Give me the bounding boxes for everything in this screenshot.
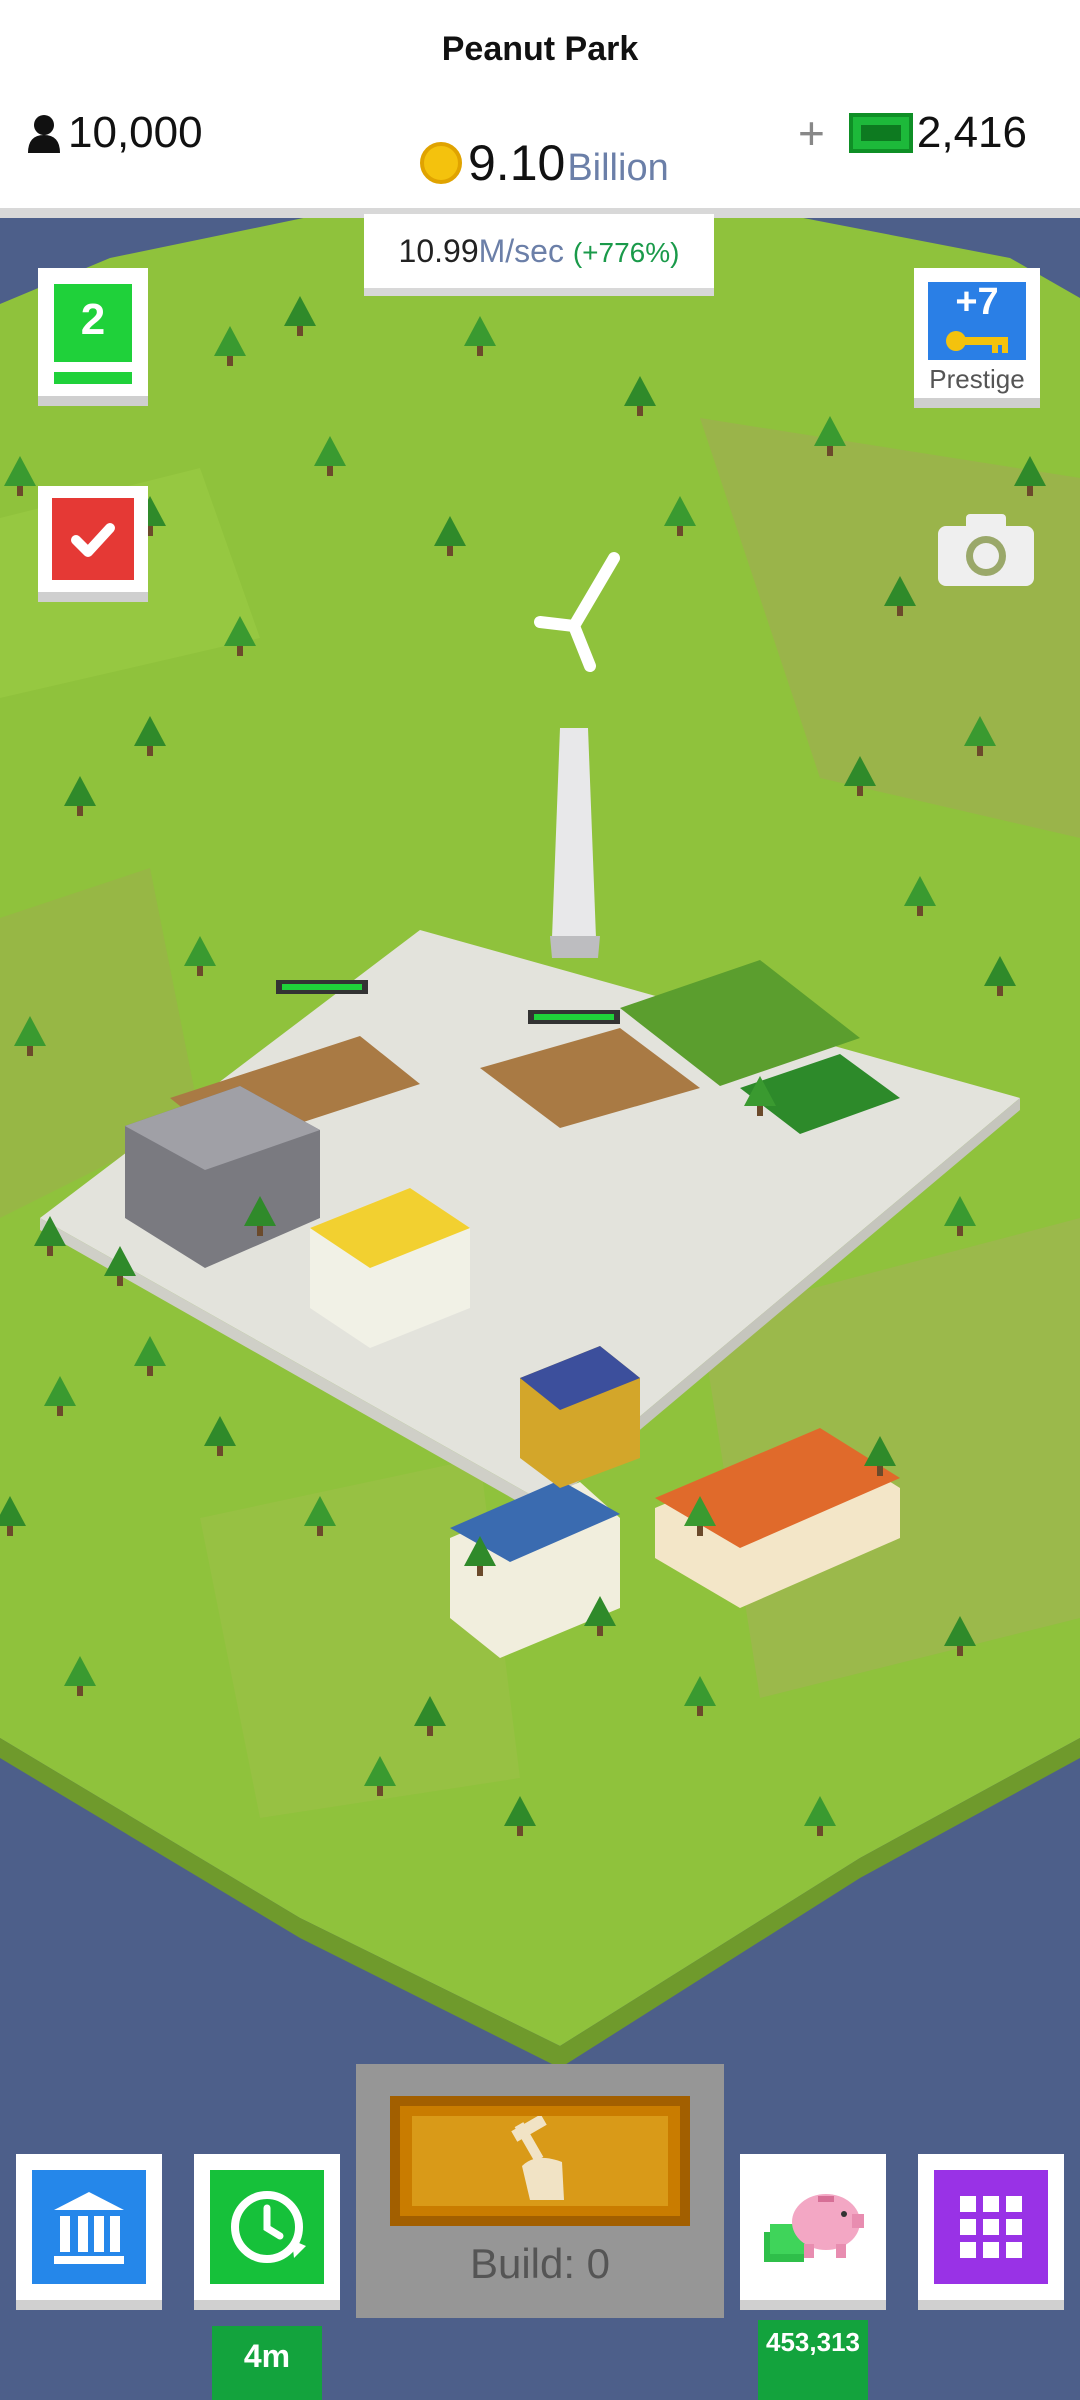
clock-refresh-icon — [231, 2191, 306, 2263]
menu-grid-button[interactable] — [918, 2154, 1064, 2310]
level-button[interactable]: 2 — [38, 268, 148, 406]
hammer-hand-icon — [511, 2116, 564, 2200]
grid-icon — [960, 2196, 1022, 2258]
add-cash-button[interactable]: + — [798, 106, 825, 160]
government-button[interactable] — [16, 2154, 162, 2310]
income-boost: (+776%) — [572, 237, 680, 268]
income-unit: M — [478, 233, 506, 269]
top-bar: Peanut Park 10,000 9.10 Billion + 2,416 — [0, 0, 1080, 218]
gold-unit: Billion — [567, 147, 669, 189]
income-rate[interactable]: 10.99M/sec (+776%) — [364, 214, 714, 296]
person-icon — [28, 115, 60, 153]
population-counter: 10,000 — [26, 108, 203, 158]
checkmark-icon — [71, 523, 115, 557]
income-per: /sec — [505, 233, 564, 269]
banknote-icon — [848, 113, 913, 153]
piggy-bank-icon — [764, 2194, 864, 2262]
camera-icon — [938, 514, 1034, 586]
level-value: 2 — [54, 284, 132, 362]
key-icon — [946, 331, 1008, 353]
piggy-bank-label: 453,313 — [758, 2320, 868, 2400]
prestige-label: Prestige — [929, 364, 1025, 394]
city-map[interactable] — [0, 218, 1080, 2100]
gold-amount: 9.10 — [468, 135, 566, 191]
time-warp-button[interactable] — [194, 2154, 340, 2310]
bank-building-icon — [54, 2192, 124, 2264]
build-button[interactable]: Build: 0 — [356, 2064, 724, 2318]
income-value: 10.99 — [398, 233, 479, 269]
tasks-button[interactable] — [38, 486, 148, 602]
park-name: Peanut Park — [441, 30, 639, 68]
gold-counter: 9.10 Billion — [420, 134, 669, 192]
build-label: Build: 0 — [469, 2240, 611, 2287]
piggy-bank-button[interactable] — [740, 2154, 886, 2310]
time-warp-label: 4m — [212, 2326, 322, 2400]
coin-icon — [420, 142, 462, 184]
camera-button[interactable] — [934, 510, 1038, 590]
cash-value: 2,416 — [916, 108, 1027, 157]
cash-counter[interactable]: + 2,416 — [798, 106, 1027, 160]
prestige-button[interactable]: +7 Prestige — [914, 268, 1040, 408]
population-value: 10,000 — [68, 108, 203, 157]
prestige-count: +7 — [955, 281, 999, 323]
level-progress-bar — [54, 372, 132, 384]
